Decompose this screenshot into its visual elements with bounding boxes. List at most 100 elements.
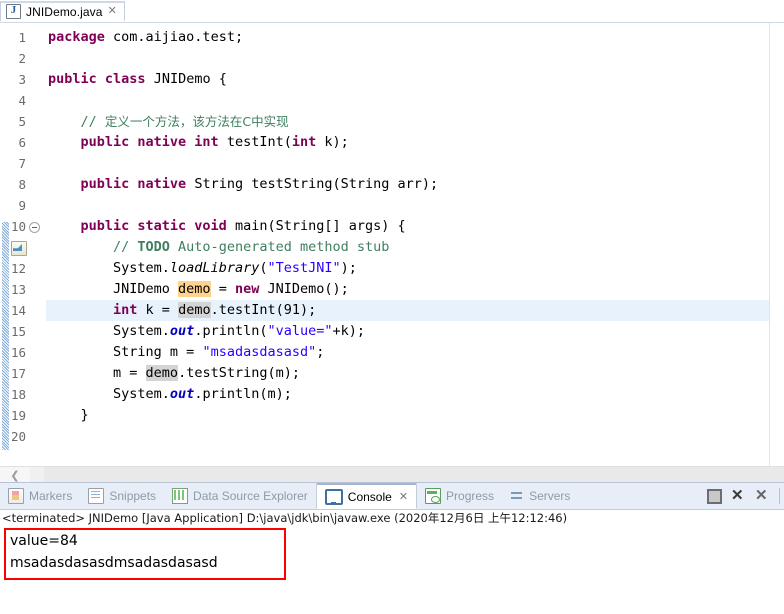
- line-number: 15: [10, 324, 26, 339]
- code-line[interactable]: [46, 48, 769, 69]
- line-number: 16: [10, 345, 26, 360]
- console-output-line: value=84: [10, 533, 78, 549]
- view-tab-data-source-explorer[interactable]: Data Source Explorer: [164, 483, 316, 509]
- line-number: 12: [10, 261, 26, 276]
- scroll-left-icon[interactable]: ❮: [0, 467, 30, 483]
- line-number: 14: [10, 303, 26, 318]
- code-line[interactable]: String m = "msadasdasasd";: [46, 342, 769, 363]
- code-token: new: [234, 281, 268, 297]
- code-line[interactable]: }: [46, 405, 769, 426]
- code-token: .testInt(91);: [210, 302, 317, 318]
- code-token: JNIDemo();: [267, 281, 349, 297]
- view-tab-label: Console: [347, 489, 392, 504]
- code-token: main(String[] args) {: [234, 218, 406, 234]
- line-number: 3: [18, 72, 26, 87]
- close-icon[interactable]: ✕: [399, 490, 408, 503]
- line-number: 17: [10, 366, 26, 381]
- code-token: demo: [178, 281, 211, 297]
- code-line[interactable]: [46, 195, 769, 216]
- view-tab-label: Markers: [29, 489, 73, 503]
- code-line[interactable]: // 定义一个方法，该方法在C中实现: [46, 111, 769, 132]
- line-number: 6: [18, 135, 26, 150]
- view-tab-servers[interactable]: Servers: [502, 483, 578, 509]
- java-file-icon: [6, 4, 21, 19]
- code-editor[interactable]: 1234567891011121314151617181920 package …: [0, 23, 784, 466]
- view-tab-console[interactable]: Console ✕: [315, 483, 418, 509]
- code-token: out: [169, 386, 195, 402]
- console-output-highlight-box: value=84 msadasdasasdmsadasdasasd: [4, 528, 286, 580]
- code-line[interactable]: package com.aijiao.test;: [46, 27, 769, 48]
- view-tab-snippets[interactable]: Snippets: [80, 483, 164, 509]
- code-token: "msadasdasasd": [202, 344, 317, 360]
- code-token: "TestJNI": [267, 260, 341, 276]
- code-line[interactable]: public native int testInt(int k);: [46, 132, 769, 153]
- hscroll-track[interactable]: [44, 467, 784, 483]
- code-token: k =: [145, 302, 179, 318]
- console-toolbar: ✕ ✕: [707, 483, 780, 509]
- line-number: 19: [10, 408, 26, 423]
- code-token: demo: [178, 302, 211, 318]
- view-tab-markers[interactable]: Markers: [0, 483, 80, 509]
- code-token: public: [48, 71, 105, 87]
- code-line[interactable]: System.out.println("value="+k);: [46, 321, 769, 342]
- code-line[interactable]: int k = demo.testInt(91);: [46, 300, 769, 321]
- editor-tab-jnidemo-java[interactable]: JNIDemo.java ✕: [0, 1, 125, 22]
- code-line[interactable]: [46, 153, 769, 174]
- view-tab-progress[interactable]: Progress: [417, 483, 502, 509]
- markers-icon: [8, 488, 24, 504]
- fold-collapse-icon[interactable]: [29, 216, 40, 233]
- code-line[interactable]: // TODO Auto-generated method stub: [46, 237, 769, 258]
- code-token: package: [48, 29, 114, 45]
- code-token: String testString(String arr);: [194, 176, 439, 192]
- code-token: JNIDemo {: [153, 71, 227, 87]
- line-number: 7: [18, 156, 26, 171]
- editor-tab-bar: JNIDemo.java ✕: [0, 0, 784, 23]
- line-number: 8: [18, 177, 26, 192]
- code-token: testInt(: [226, 134, 292, 150]
- code-token: class: [104, 71, 154, 87]
- code-token: public native: [80, 176, 195, 192]
- remove-all-terminated-button[interactable]: ✕: [755, 488, 770, 504]
- todo-task-marker-icon[interactable]: [11, 241, 27, 256]
- code-token: loadLibrary: [169, 260, 260, 276]
- editor-tab-label: JNIDemo.java: [26, 4, 103, 19]
- code-token: .println(m);: [194, 386, 292, 402]
- code-line[interactable]: public class JNIDemo {: [46, 69, 769, 90]
- code-text-area[interactable]: package com.aijiao.test; public class JNI…: [46, 23, 769, 466]
- view-tab-label: Progress: [446, 489, 495, 503]
- code-token: "value=": [267, 323, 333, 339]
- snippets-icon: [88, 488, 105, 504]
- terminate-button[interactable]: [707, 488, 722, 504]
- code-line[interactable]: System.out.println(m);: [46, 384, 769, 405]
- editor-gutter[interactable]: 1234567891011121314151617181920: [0, 23, 46, 466]
- line-number: 2: [18, 51, 26, 66]
- code-line[interactable]: m = demo.testString(m);: [46, 363, 769, 384]
- code-token: TODO: [137, 239, 170, 255]
- close-icon[interactable]: ✕: [108, 6, 117, 17]
- code-token: public static void: [80, 218, 235, 234]
- line-number: 18: [10, 387, 26, 402]
- code-token: .println(: [194, 323, 268, 339]
- code-line[interactable]: System.loadLibrary("TestJNI");: [46, 258, 769, 279]
- code-line[interactable]: public static void main(String[] args) {: [46, 216, 769, 237]
- line-number: 13: [10, 282, 26, 297]
- code-token: String m =: [48, 344, 203, 360]
- code-line[interactable]: [46, 426, 769, 447]
- editor-horizontal-scrollbar[interactable]: ❮: [0, 466, 784, 483]
- remove-launch-button[interactable]: ✕: [731, 488, 746, 504]
- code-token: =: [210, 281, 235, 297]
- code-line[interactable]: public native String testString(String a…: [46, 174, 769, 195]
- code-token: ;: [316, 344, 325, 360]
- code-token: int: [113, 302, 146, 318]
- code-token: 定义一个方法，该方法在C中实现: [104, 114, 289, 129]
- code-line[interactable]: JNIDemo demo = new JNIDemo();: [46, 279, 769, 300]
- code-token: //: [48, 114, 105, 130]
- console-output-area[interactable]: <terminated> JNIDemo [Java Application] …: [0, 510, 784, 614]
- code-line[interactable]: [46, 90, 769, 111]
- view-tab-bar: Markers Snippets Data Source Explorer Conso…: [0, 483, 784, 510]
- line-number: 5: [18, 114, 26, 129]
- overview-ruler[interactable]: [769, 23, 784, 466]
